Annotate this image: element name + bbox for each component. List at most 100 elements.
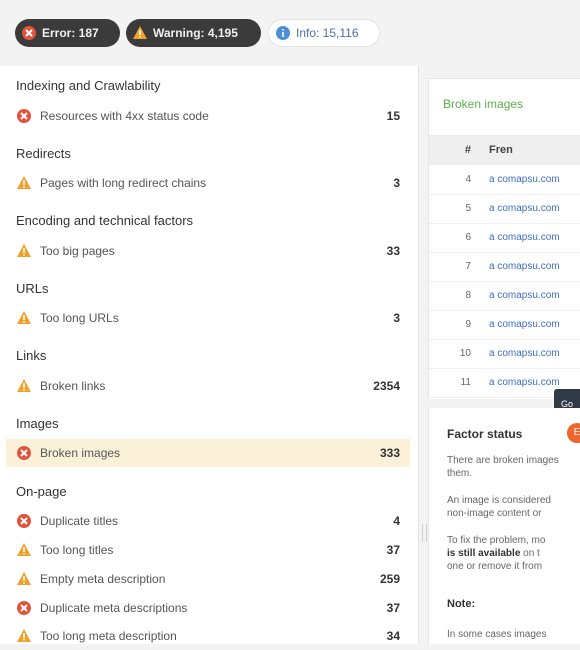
issue-label: Too big pages xyxy=(40,244,115,258)
issue-count: 33 xyxy=(386,244,400,258)
issue-row-long-titles[interactable]: Too long titles 37 xyxy=(6,536,410,564)
issue-label: Too long URLs xyxy=(40,311,119,325)
table-row: 7 a comapsu.com xyxy=(429,252,580,282)
issue-label: Broken links xyxy=(40,379,106,393)
info-filter-label: Info: 15,116 xyxy=(296,26,359,40)
row-number: 4 xyxy=(465,174,471,185)
warning-icon xyxy=(16,243,32,259)
error-icon xyxy=(16,108,32,124)
row-number: 9 xyxy=(465,319,471,330)
issue-row-duplicate-meta[interactable]: Duplicate meta descriptions 37 xyxy=(6,594,410,622)
issue-row-redirect-chains[interactable]: Pages with long redirect chains 3 xyxy=(6,169,410,197)
warning-icon xyxy=(16,378,32,394)
warning-filter-label: Warning: 4,195 xyxy=(153,26,238,40)
warning-icon xyxy=(16,310,32,326)
warning-icon xyxy=(16,175,32,191)
issue-count: 259 xyxy=(379,572,400,586)
row-url-link[interactable]: a comapsu.com xyxy=(489,319,560,330)
group-title-images: Images xyxy=(16,416,59,431)
group-title-urls: URLs xyxy=(16,281,49,296)
description-line: To fix the problem, mo xyxy=(447,535,546,546)
issue-label: Empty meta description xyxy=(40,572,166,586)
issue-row-broken-images[interactable]: Broken images 333 xyxy=(6,439,410,467)
issue-label: Too long titles xyxy=(40,543,114,557)
error-icon xyxy=(16,445,32,461)
issue-count: 15 xyxy=(386,109,400,123)
row-url-link[interactable]: a comapsu.com xyxy=(489,348,560,359)
issue-label: Pages with long redirect chains xyxy=(40,176,207,190)
description-line: them. xyxy=(447,468,473,479)
row-url-link[interactable]: a comapsu.com xyxy=(489,377,560,388)
issue-filter-bar: Error: 187 Warning: 4,195 Info: 15,116 xyxy=(0,0,580,66)
group-title-onpage: On-page xyxy=(16,484,67,499)
issue-count: 333 xyxy=(379,446,400,460)
issue-label: Duplicate titles xyxy=(40,514,119,528)
factor-status-title: Factor status xyxy=(447,427,523,441)
broken-images-card: Broken images # Fren 4 a comapsu.com 5 a c… xyxy=(428,78,580,399)
table-row: 8 a comapsu.com xyxy=(429,281,580,311)
description-line: In some cases images xyxy=(447,629,547,640)
description-text: on t xyxy=(520,548,540,559)
info-filter-button[interactable]: Info: 15,116 xyxy=(268,19,380,47)
issue-count: 37 xyxy=(386,543,400,557)
error-icon xyxy=(16,600,32,616)
row-url-link[interactable]: a comapsu.com xyxy=(489,203,560,214)
group-title-links: Links xyxy=(16,348,47,363)
issue-row-empty-meta[interactable]: Empty meta description 259 xyxy=(6,565,410,593)
description-line: is still available on t xyxy=(447,547,580,560)
issue-label: Too long meta description xyxy=(40,629,177,643)
factor-status-card: Factor status E There are broken images … xyxy=(428,408,580,644)
column-header-from[interactable]: Fren xyxy=(489,144,513,156)
issue-row-big-pages[interactable]: Too big pages 33 xyxy=(6,237,410,265)
row-number: 8 xyxy=(465,290,471,301)
issue-count: 34 xyxy=(386,629,400,643)
issues-list-panel: Indexing and Crawlability Resources with… xyxy=(0,66,419,644)
warning-filter-button[interactable]: Warning: 4,195 xyxy=(126,19,261,47)
error-icon xyxy=(16,513,32,529)
issue-row-broken-links[interactable]: Broken links 2354 xyxy=(6,372,410,400)
group-title-indexing: Indexing and Crawlability xyxy=(16,78,161,93)
description-line: non-image content or xyxy=(447,508,542,519)
detail-title: Broken images xyxy=(443,97,524,111)
detail-table-header: # Fren xyxy=(429,135,580,165)
table-row: 10 a comapsu.com xyxy=(429,339,580,369)
description-line: one or remove it from xyxy=(447,561,543,572)
table-row: 5 a comapsu.com xyxy=(429,194,580,224)
table-row: 4 a comapsu.com xyxy=(429,165,580,195)
description-line: An image is considered xyxy=(447,495,551,506)
group-title-redirects: Redirects xyxy=(16,146,71,161)
row-number: 6 xyxy=(465,232,471,243)
description-line: There are broken images xyxy=(447,455,559,466)
error-icon xyxy=(21,25,37,41)
issue-row-duplicate-titles[interactable]: Duplicate titles 4 xyxy=(6,507,410,535)
row-url-link[interactable]: a comapsu.com xyxy=(489,232,560,243)
error-filter-button[interactable]: Error: 187 xyxy=(15,19,120,47)
issue-count: 2354 xyxy=(373,379,400,393)
issue-count: 3 xyxy=(393,311,400,325)
note-title: Note: xyxy=(447,598,476,610)
description-emphasis: is still available xyxy=(447,548,521,559)
info-icon xyxy=(275,25,291,41)
issue-count: 37 xyxy=(386,601,400,615)
splitter-grip[interactable] xyxy=(422,524,427,542)
factor-status-badge: E xyxy=(567,423,580,443)
row-number: 11 xyxy=(460,377,471,388)
row-url-link[interactable]: a comapsu.com xyxy=(489,174,560,185)
row-url-link[interactable]: a comapsu.com xyxy=(489,290,560,301)
row-number: 10 xyxy=(459,348,471,359)
issue-label: Duplicate meta descriptions xyxy=(40,601,188,615)
issue-row-long-urls[interactable]: Too long URLs 3 xyxy=(6,304,410,332)
row-url-link[interactable]: a comapsu.com xyxy=(489,261,560,272)
issue-count: 3 xyxy=(393,176,400,190)
row-number: 7 xyxy=(465,261,471,272)
error-filter-label: Error: 187 xyxy=(42,26,99,40)
warning-icon xyxy=(132,25,148,41)
row-number: 5 xyxy=(465,203,471,214)
issue-row-long-meta[interactable]: Too long meta description 34 xyxy=(6,622,410,650)
issue-row-4xx[interactable]: Resources with 4xx status code 15 xyxy=(6,102,410,130)
column-header-num[interactable]: # xyxy=(461,144,471,156)
panel-splitter[interactable] xyxy=(419,66,428,644)
warning-icon xyxy=(16,542,32,558)
table-row: 6 a comapsu.com xyxy=(429,223,580,253)
issue-count: 4 xyxy=(393,514,400,528)
